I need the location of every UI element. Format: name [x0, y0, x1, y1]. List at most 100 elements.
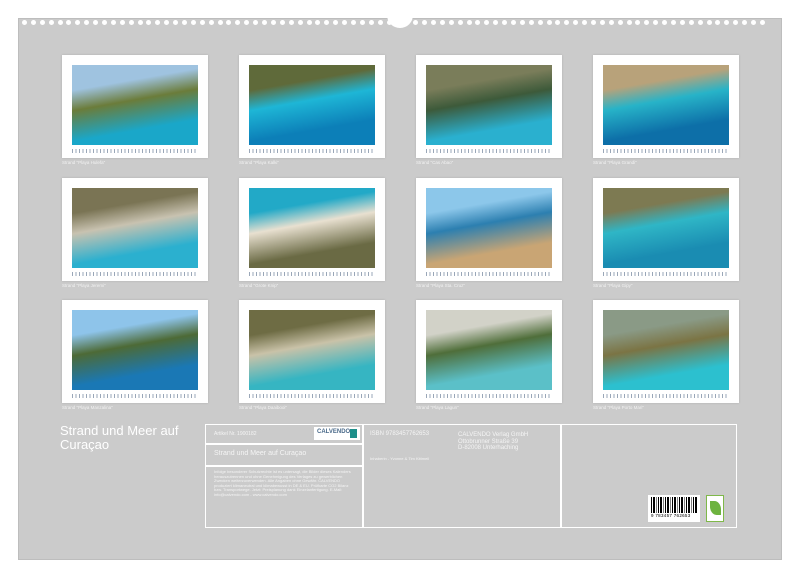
binding-hole	[627, 20, 632, 25]
binding-hole	[573, 20, 578, 25]
beach-photo	[72, 188, 198, 268]
photo-card	[239, 178, 385, 281]
binding-hole	[493, 20, 498, 25]
binding-hole	[378, 20, 383, 25]
photo-card	[62, 300, 208, 403]
divider	[560, 425, 562, 527]
photo-card	[416, 178, 562, 281]
product-title: Strand und Meer auf Curaçao	[214, 451, 306, 457]
binding-hole	[458, 20, 463, 25]
binding-hole	[707, 20, 712, 25]
binding-hole	[698, 20, 703, 25]
binding-hole	[600, 20, 605, 25]
photo-card	[593, 178, 739, 281]
binding-hole	[369, 20, 374, 25]
binding-hole	[449, 20, 454, 25]
photo-caption: Strand "Playa Gipy"	[593, 283, 632, 288]
binding-hole	[529, 20, 534, 25]
binding-hole	[75, 20, 80, 25]
legal-text: Infolge besonderer Schutzrechte ist es u…	[214, 470, 356, 498]
binding-hole	[502, 20, 507, 25]
binding-hole	[467, 20, 472, 25]
beach-photo	[72, 310, 198, 390]
binding-hole	[475, 20, 480, 25]
binding-hole	[31, 20, 36, 25]
binding-hole	[547, 20, 552, 25]
photo-card	[62, 178, 208, 281]
binding-hole	[422, 20, 427, 25]
binding-hole	[58, 20, 63, 25]
photo-card	[416, 55, 562, 158]
binding-hole	[511, 20, 516, 25]
binding-hole	[431, 20, 436, 25]
photo-caption: Strand "Playa Grandi"	[593, 160, 637, 165]
photo-caption: Strand "Playa Kalki"	[239, 160, 279, 165]
binding-hole	[262, 20, 267, 25]
beach-photo	[249, 188, 375, 268]
binding-hole	[235, 20, 240, 25]
photo-card	[239, 55, 385, 158]
binding-hole	[351, 20, 356, 25]
beach-photo	[426, 188, 552, 268]
calendar-day-strip	[426, 149, 552, 153]
binding-hole	[618, 20, 623, 25]
binding-hole	[724, 20, 729, 25]
binding-hole	[298, 20, 303, 25]
binding-hole	[538, 20, 543, 25]
photo-caption: Strand "Playa Hulefa"	[62, 160, 105, 165]
binding-hole	[733, 20, 738, 25]
binding-hole	[342, 20, 347, 25]
binding-hole	[244, 20, 249, 25]
calvendo-logo: CALVENDO	[314, 427, 360, 440]
eco-leaf-icon	[706, 495, 724, 522]
calendar-day-strip	[249, 272, 375, 276]
binding-hole	[49, 20, 54, 25]
binding-hole	[93, 20, 98, 25]
photo-card	[239, 300, 385, 403]
binding-hole	[635, 20, 640, 25]
binding-hole	[84, 20, 89, 25]
calendar-day-strip	[72, 394, 198, 398]
binding-hole	[609, 20, 614, 25]
binding-hole	[333, 20, 338, 25]
photo-caption: Strand "Playa Manzalina"	[62, 405, 113, 410]
calendar-day-strip	[603, 394, 729, 398]
calendar-day-strip	[603, 149, 729, 153]
binding-hole	[173, 20, 178, 25]
binding-hole	[200, 20, 205, 25]
binding-hole	[751, 20, 756, 25]
binding-hole	[280, 20, 285, 25]
binding-hole	[22, 20, 27, 25]
binding-hole	[662, 20, 667, 25]
calendar-day-strip	[249, 394, 375, 398]
beach-photo	[249, 65, 375, 145]
divider	[362, 425, 364, 527]
publisher-address: CALVENDO Verlag GmbHOttobrunner Straße 3…	[458, 432, 528, 452]
binding-hole	[360, 20, 365, 25]
binding-hole	[715, 20, 720, 25]
binding-hole	[66, 20, 71, 25]
binding-hole	[760, 20, 765, 25]
binding-hole	[226, 20, 231, 25]
calendar-day-strip	[603, 272, 729, 276]
binding-hole	[191, 20, 196, 25]
calendar-title: Strand und Meer auf Curaçao	[60, 424, 200, 452]
author: Inhaberin - Yvonne & Tim Kittmeil	[370, 456, 429, 462]
photo-caption: Strand "Playa Jeremi"	[62, 283, 106, 288]
isbn: ISBN 9783457762653	[370, 432, 429, 438]
binding-hole	[182, 20, 187, 25]
beach-photo	[603, 188, 729, 268]
binding-hole	[253, 20, 258, 25]
binding-hole	[413, 20, 418, 25]
photo-card	[62, 55, 208, 158]
calendar-day-strip	[426, 272, 552, 276]
photo-caption: Strand "Cas Abao"	[416, 160, 453, 165]
photo-card	[593, 55, 739, 158]
binding-hole	[102, 20, 107, 25]
binding-hole	[271, 20, 276, 25]
binding-hole	[555, 20, 560, 25]
binding-hole	[120, 20, 125, 25]
binding-hole	[129, 20, 134, 25]
binding-hole	[111, 20, 116, 25]
binding-hole	[146, 20, 151, 25]
